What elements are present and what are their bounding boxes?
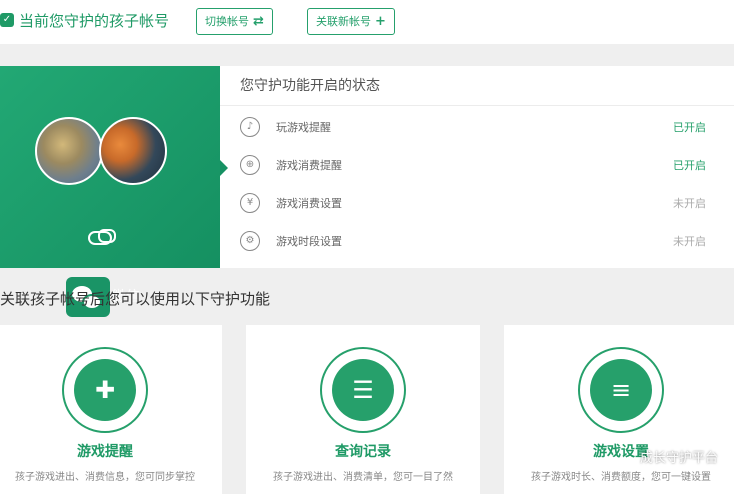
- status-item-spending-settings[interactable]: ¥ 游戏消费设置 未开启: [220, 184, 734, 222]
- features-title: 关联孩子帐号后您可以使用以下守护功能: [0, 290, 271, 308]
- child-avatar: [99, 117, 167, 185]
- status-item-label: 游戏时段设置: [276, 235, 342, 248]
- feature-icon-ring: ✚: [62, 347, 148, 433]
- status-item-label: 游戏消费设置: [276, 197, 342, 210]
- sliders-icon: ≡: [590, 359, 652, 421]
- status-badge: 已开启: [673, 121, 706, 134]
- status-badge: 未开启: [673, 197, 706, 210]
- feature-card-desc: 孩子游戏进出、消费信息，您可同步掌控: [15, 472, 195, 483]
- status-header: 您守护功能开启的状态: [220, 66, 734, 106]
- gamepad-icon: ✚: [74, 359, 136, 421]
- feature-card-desc: 孩子游戏进出、消费清单，您可一目了然: [273, 472, 453, 483]
- gear-icon: ⚙: [240, 231, 260, 251]
- child-account-panel: 微信: [0, 66, 228, 317]
- gamepad-icon: ⊕: [240, 155, 260, 175]
- feature-card-title: 查询记录: [335, 444, 391, 460]
- feature-icon-ring: ≡: [578, 347, 664, 433]
- status-item-label: 玩游戏提醒: [276, 121, 331, 134]
- add-account-label: 关联新帐号: [316, 15, 371, 28]
- feature-card-title: 游戏提醒: [77, 444, 133, 460]
- feature-icon-ring: ☰: [320, 347, 406, 433]
- check-icon: ✓: [0, 13, 14, 27]
- status-item-play-reminder[interactable]: ♪ 玩游戏提醒 已开启: [220, 108, 734, 146]
- status-list: 您守护功能开启的状态 ♪ 玩游戏提醒 已开启 ⊕ 游戏消费提醒 已开启 ¥ 游戏…: [220, 66, 734, 268]
- add-account-button[interactable]: 关联新帐号 +: [307, 8, 395, 35]
- feature-card-query-records[interactable]: ☰ 查询记录 孩子游戏进出、消费清单，您可一目了然: [246, 325, 480, 494]
- bell-icon: ♪: [240, 117, 260, 137]
- panel-pointer: [220, 160, 228, 176]
- status-item-spending-reminder[interactable]: ⊕ 游戏消费提醒 已开启: [220, 146, 734, 184]
- feature-card-game-reminder[interactable]: ✚ 游戏提醒 孩子游戏进出、消费信息，您可同步掌控: [0, 325, 222, 494]
- status-badge: 已开启: [673, 159, 706, 172]
- yuan-icon: ¥: [240, 193, 260, 213]
- guard-status-section: 微信 您守护功能开启的状态 ♪ 玩游戏提醒 已开启 ⊕ 游戏消费提醒 已开启 ¥…: [0, 66, 734, 317]
- parent-avatar: [35, 117, 103, 185]
- switch-account-label: 切换帐号: [205, 15, 249, 28]
- status-badge: 未开启: [673, 235, 706, 248]
- page-title: 当前您守护的孩子帐号: [19, 12, 170, 30]
- watermark: 成长守护平台: [639, 451, 718, 466]
- status-item-time-settings[interactable]: ⚙ 游戏时段设置 未开启: [220, 222, 734, 260]
- switch-icon: ⇄: [253, 14, 264, 29]
- status-item-label: 游戏消费提醒: [276, 159, 342, 172]
- account-header: ✓ 当前您守护的孩子帐号 切换帐号 ⇄ 关联新帐号 +: [0, 0, 734, 44]
- document-search-icon: ☰: [332, 359, 394, 421]
- feature-card-game-settings[interactable]: ≡ 游戏设置 孩子游戏时长、消费额度，您可一键设置: [504, 325, 734, 494]
- plus-icon: +: [375, 14, 386, 29]
- link-icon: [88, 229, 116, 245]
- feature-card-desc: 孩子游戏时长、消费额度，您可一键设置: [531, 472, 711, 483]
- switch-account-button[interactable]: 切换帐号 ⇄: [196, 8, 273, 35]
